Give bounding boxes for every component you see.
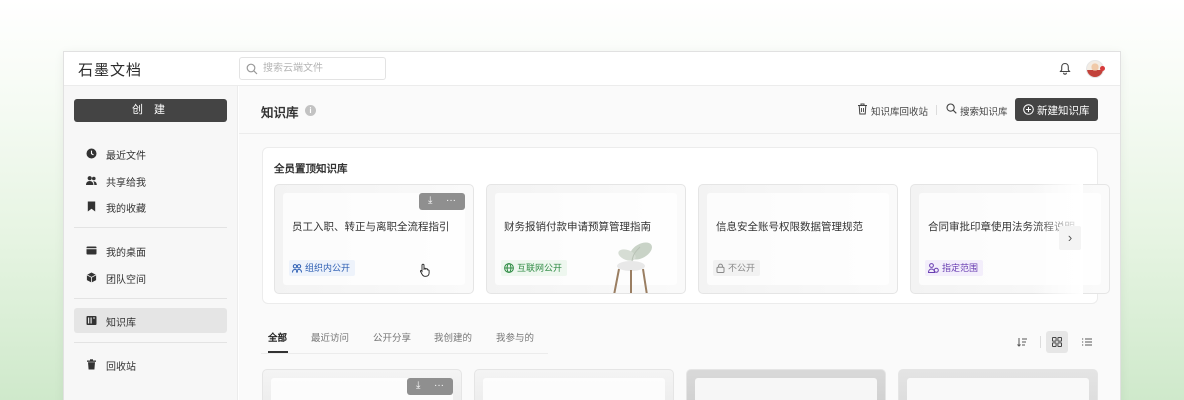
sidebar-item-knowledge-base[interactable]: 知识库 [74, 308, 227, 333]
unpin-icon[interactable]: ⤓ [416, 380, 420, 391]
app-logo[interactable]: 石墨文档 [78, 59, 142, 80]
search-icon [246, 63, 258, 75]
visibility-badge: 互联网公开 [501, 260, 568, 276]
page-header: 知识库 i 知识库回收站 搜索知识库 新建知识库 [239, 86, 1120, 134]
sort-icon [1017, 338, 1027, 347]
tab-recent[interactable]: 最近访问 [311, 330, 349, 344]
visibility-badge: 指定范围 [925, 260, 984, 276]
card-actions[interactable]: ⤓ ··· [407, 378, 453, 395]
kb-card-title: 信息安全账号权限数据管理规范 [716, 221, 863, 233]
kb-card[interactable]: ⤓ ··· [262, 369, 462, 400]
sidebar-item-team[interactable]: 团队空间 [74, 265, 227, 290]
visibility-label: 不公开 [728, 263, 756, 273]
kb-search-label: 搜索知识库 [960, 107, 1008, 118]
visibility-label: 互联网公开 [517, 263, 563, 273]
sidebar-item-trash[interactable]: 回收站 [74, 352, 227, 377]
unpin-icon[interactable]: ⤓ [428, 195, 432, 206]
plant-illustration [613, 242, 652, 293]
tab-participated[interactable]: 我参与的 [496, 330, 534, 344]
tabs-baseline [261, 353, 548, 354]
desktop-icon [86, 246, 97, 255]
sidebar-divider [74, 342, 227, 343]
bell-icon[interactable] [1059, 62, 1071, 75]
kb-card-title: 财务报销付款申请预算管理指南 [504, 221, 651, 233]
specified-users-icon [928, 263, 939, 273]
cube-icon [86, 272, 97, 283]
view-divider [1040, 336, 1041, 348]
sort-button[interactable] [1011, 331, 1033, 353]
sidebar-item-label: 知识库 [106, 318, 136, 329]
sidebar-item-label: 回收站 [106, 362, 136, 373]
pinned-section-title: 全员置顶知识库 [274, 163, 348, 175]
sidebar-item-label: 我的桌面 [106, 248, 146, 259]
card-surface [695, 378, 877, 400]
sidebar-item-desktop[interactable]: 我的桌面 [74, 238, 227, 263]
header-divider [936, 105, 937, 115]
pinned-knowledge-bases: 全员置顶知识库 ⤓ ··· 员工入职、转正与离职全流程指引 组织内公开 财务报销… [262, 147, 1110, 304]
list-view-button[interactable] [1076, 331, 1098, 353]
plus-circle-icon [1023, 104, 1034, 115]
organization-icon [292, 263, 302, 273]
sidebar-item-label: 最近文件 [106, 151, 146, 162]
sidebar-item-label: 团队空间 [106, 275, 146, 286]
page-title: 知识库 [261, 106, 299, 120]
more-icon[interactable]: ··· [434, 380, 444, 391]
grid-icon [1052, 337, 1062, 347]
kb-card[interactable]: ⤓ ··· 员工入职、转正与离职全流程指引 组织内公开 [274, 184, 474, 294]
visibility-label: 指定范围 [942, 263, 979, 273]
sidebar-item-favorites[interactable]: 我的收藏 [74, 194, 227, 219]
sidebar: 创 建 最近文件 共享给我 我的收藏 我的桌面 团队空间 知识库 回收站 [64, 86, 238, 400]
notification-dot [1100, 66, 1105, 71]
kb-card[interactable]: 财务报销付款申请预算管理指南 互联网公开 [486, 184, 686, 294]
new-knowledge-base-button[interactable]: 新建知识库 [1015, 98, 1098, 121]
book-icon [86, 316, 97, 325]
grid-view-button[interactable] [1046, 331, 1068, 353]
active-tab-indicator [268, 351, 288, 353]
sidebar-item-shared[interactable]: 共享给我 [74, 168, 227, 193]
visibility-badge: 不公开 [713, 260, 761, 276]
card-surface [483, 378, 665, 400]
tab-public-share[interactable]: 公开分享 [373, 330, 411, 344]
search-input[interactable] [263, 61, 381, 76]
info-icon[interactable]: i [305, 105, 316, 116]
create-button[interactable]: 创 建 [74, 99, 227, 122]
clock-icon [86, 148, 97, 159]
bookmark-icon [87, 201, 96, 212]
sidebar-divider [74, 227, 227, 228]
tab-all[interactable]: 全部 [268, 330, 287, 344]
global-search[interactable] [239, 57, 386, 80]
sidebar-item-label: 共享给我 [106, 178, 146, 189]
new-kb-label: 新建知识库 [1037, 105, 1090, 117]
app-window: 石墨文档 创 建 最近文件 共享给我 我的收藏 我的桌面 团队空间 [63, 51, 1121, 400]
visibility-badge: 组织内公开 [289, 260, 356, 276]
lock-icon [716, 263, 725, 273]
sidebar-item-label: 我的收藏 [106, 204, 146, 215]
tab-created-by-me[interactable]: 我创建的 [434, 330, 472, 344]
card-surface [907, 378, 1089, 400]
search-icon [946, 103, 957, 114]
list-icon [1082, 338, 1092, 346]
cursor-hand-icon [419, 263, 430, 277]
top-bar: 石墨文档 [64, 52, 1120, 86]
chevron-right-icon: › [1067, 230, 1073, 245]
globe-icon [504, 263, 514, 273]
users-icon [86, 176, 97, 185]
main-content: 知识库 i 知识库回收站 搜索知识库 新建知识库 全员置顶知识库 ⤓ ··· 员… [239, 86, 1120, 400]
trash-icon [87, 359, 96, 370]
visibility-label: 组织内公开 [305, 263, 351, 273]
more-icon[interactable]: ··· [446, 195, 456, 206]
carousel-next-button[interactable]: › [1059, 226, 1081, 250]
kb-card-title: 员工入职、转正与离职全流程指引 [292, 221, 450, 233]
trash-icon [858, 103, 867, 115]
kb-recycle-label: 知识库回收站 [871, 107, 929, 118]
kb-card[interactable] [686, 369, 886, 400]
sidebar-divider [74, 298, 227, 299]
sidebar-item-recent[interactable]: 最近文件 [74, 141, 227, 166]
kb-card[interactable] [474, 369, 674, 400]
card-actions[interactable]: ⤓ ··· [419, 193, 465, 210]
kb-card[interactable] [898, 369, 1098, 400]
kb-card[interactable]: 信息安全账号权限数据管理规范 不公开 [698, 184, 898, 294]
